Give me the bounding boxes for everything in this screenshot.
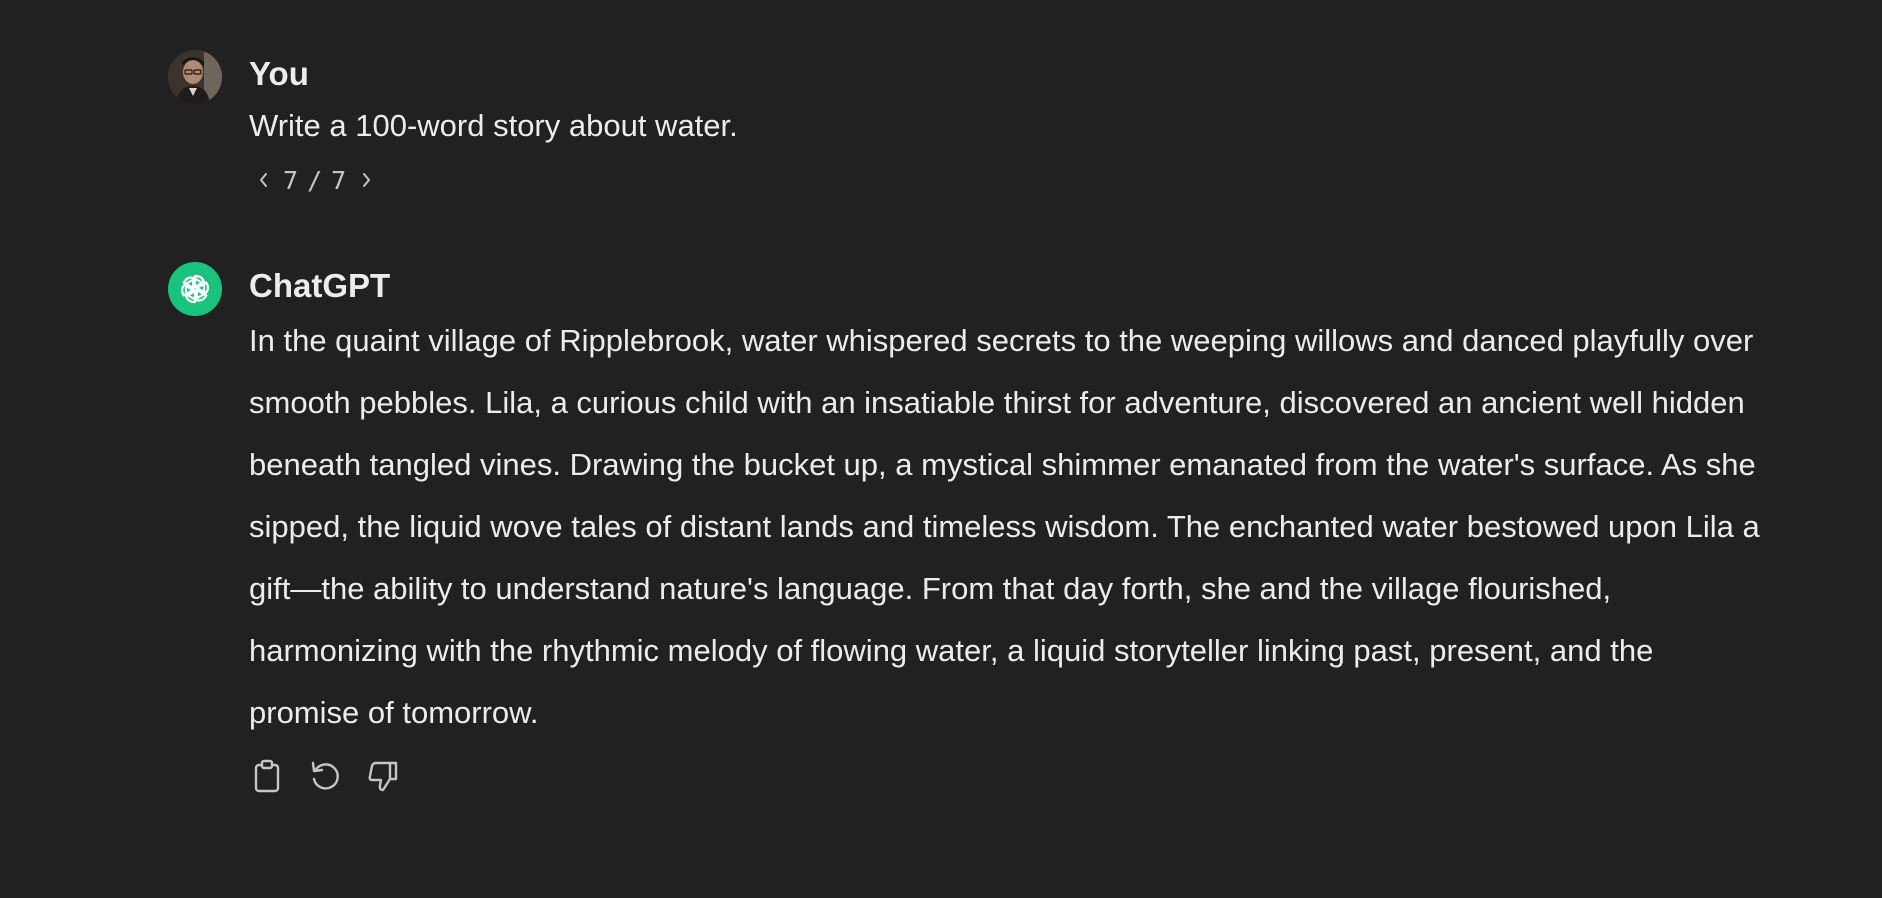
thumbs-down-icon xyxy=(368,761,398,792)
user-message-content: You Write a 100-word story about water. … xyxy=(249,50,1768,200)
regenerate-icon xyxy=(311,761,339,790)
regenerate-button[interactable] xyxy=(307,758,343,794)
chevron-left-icon xyxy=(260,173,267,187)
thumbs-down-button[interactable] xyxy=(365,758,401,794)
chat-page: You Write a 100-word story about water. … xyxy=(0,0,1882,898)
chevron-right-icon xyxy=(363,173,371,187)
version-total: 7 xyxy=(331,165,348,195)
message-version-pager: 7 / 7 xyxy=(249,160,1768,200)
clipboard-icon xyxy=(254,759,280,793)
user-message-text[interactable]: Write a 100-word story about water. xyxy=(249,98,1769,154)
assistant-author-name: ChatGPT xyxy=(249,267,391,304)
openai-logo-icon xyxy=(180,274,210,304)
assistant-message-content: ChatGPT In the quaint village of Rippleb… xyxy=(249,262,1768,794)
assistant-message-text[interactable]: In the quaint village of Ripplebrook, wa… xyxy=(249,310,1769,744)
assistant-avatar xyxy=(168,262,222,316)
copy-button[interactable] xyxy=(249,758,285,794)
user-photo-icon xyxy=(168,50,222,104)
message-actions xyxy=(249,758,1768,794)
previous-version-button[interactable] xyxy=(249,165,279,195)
next-version-button[interactable] xyxy=(351,165,381,195)
version-separator: / xyxy=(307,165,324,195)
user-author-name: You xyxy=(249,55,309,92)
user-avatar xyxy=(168,50,222,104)
version-current: 7 xyxy=(283,165,300,195)
